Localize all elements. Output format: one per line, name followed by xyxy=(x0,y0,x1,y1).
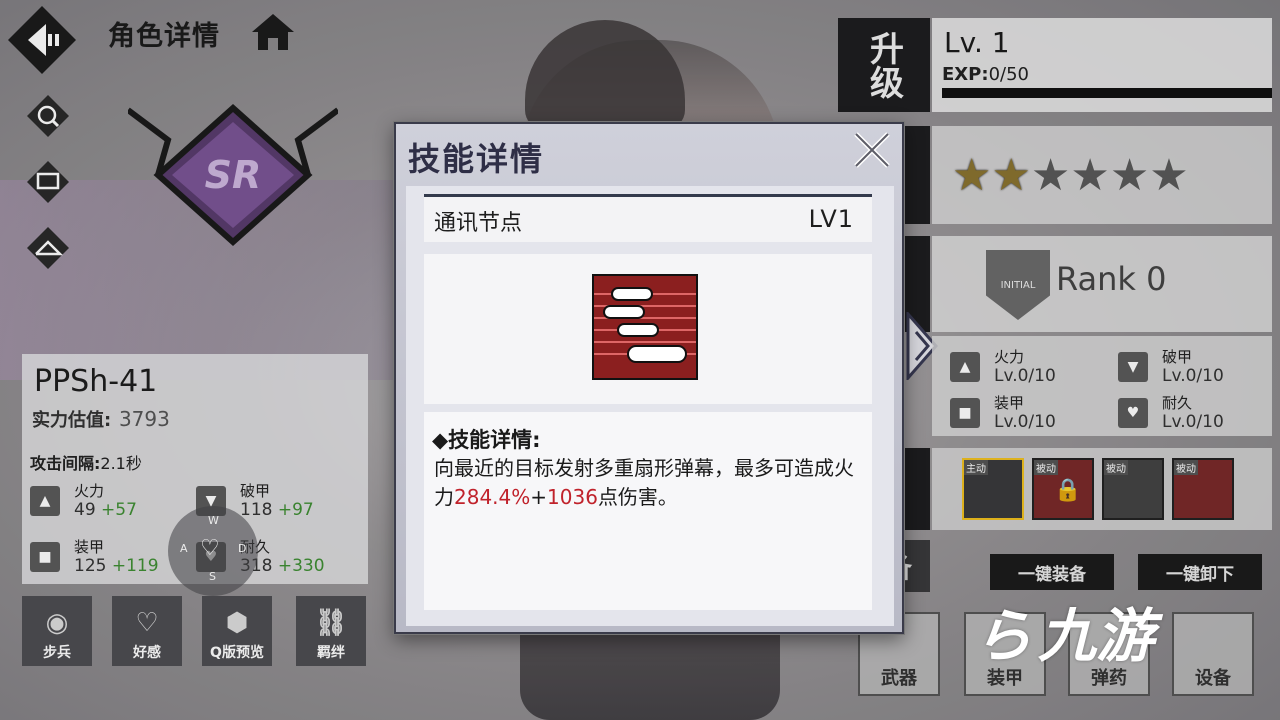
desc-part: 点伤害。 xyxy=(597,485,678,509)
watermark-text: 九游 xyxy=(1038,602,1155,670)
skill-name: 通讯节点 xyxy=(434,211,523,236)
skill-level: LV1 xyxy=(808,205,854,233)
bullets-icon xyxy=(592,274,698,380)
skill-icon-area xyxy=(424,254,872,404)
desc-percent: 284.4% xyxy=(454,485,531,509)
desc-flat: 1036 xyxy=(547,485,598,509)
skill-detail-modal: 技能详情 通讯节点 LV1 ◆技能详情: 向最近的目标发射多重扇形弹幕，最多可造… xyxy=(394,122,904,634)
skill-header: 通讯节点 LV1 xyxy=(424,194,872,242)
close-icon xyxy=(854,132,890,168)
logo-icon: ら xyxy=(974,602,1033,670)
description-title: ◆技能详情: xyxy=(432,428,541,452)
description-text: 向最近的目标发射多重扇形弹幕，最多可造成火力284.4%+1036点伤害。 xyxy=(434,454,866,512)
modal-body: 通讯节点 LV1 ◆技能详情: 向最近的目标发射多重扇形弹幕，最多可造成火力28… xyxy=(406,186,894,626)
modal-title: 技能详情 xyxy=(408,140,545,178)
close-button[interactable] xyxy=(850,128,894,172)
watermark: ら 九游 xyxy=(974,566,1264,696)
desc-plus: + xyxy=(530,485,548,509)
skill-description-box: ◆技能详情: 向最近的目标发射多重扇形弹幕，最多可造成火力284.4%+1036… xyxy=(424,412,872,610)
